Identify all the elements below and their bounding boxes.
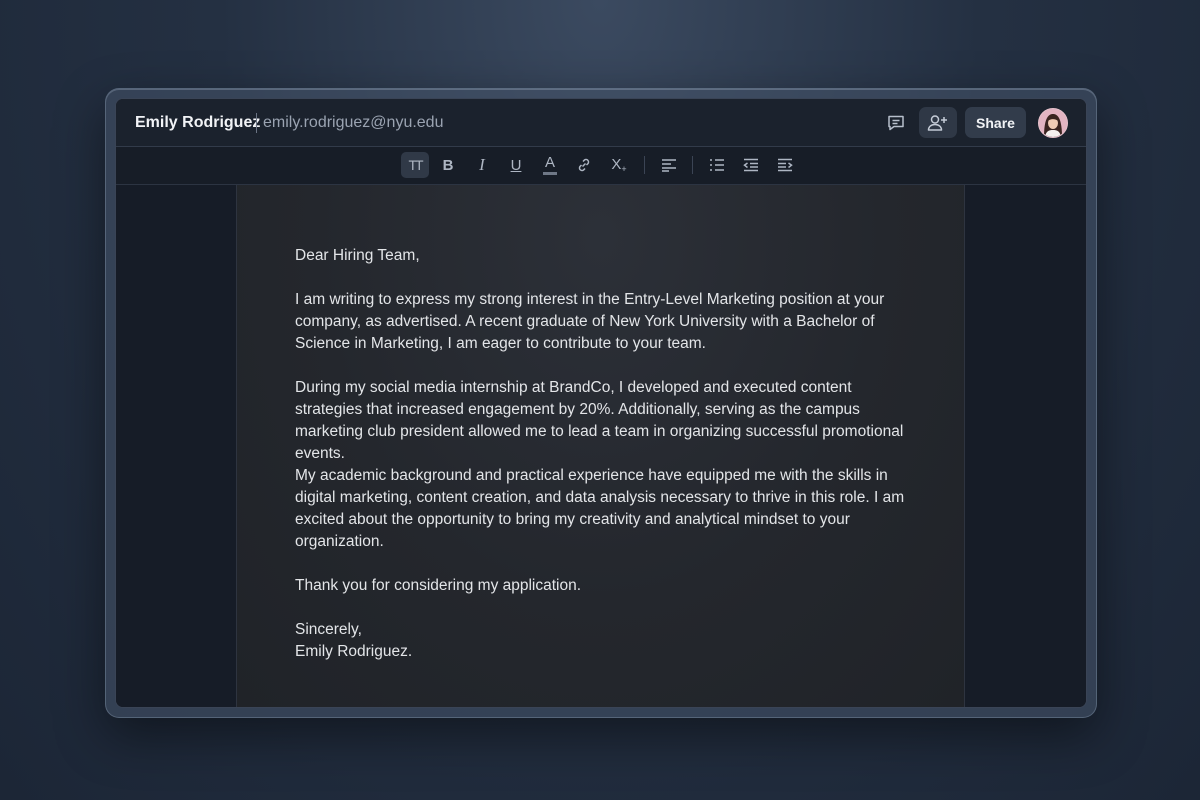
letter-paragraph-2: During my social media internship at Bra… [295, 379, 904, 462]
editor-window: Emily Rodriguez emily.rodriguez@nyu.edu … [115, 98, 1087, 708]
link-icon[interactable] [570, 152, 598, 178]
share-button[interactable]: Share [965, 107, 1026, 138]
outdent-icon[interactable] [737, 152, 765, 178]
text-color-icon[interactable]: A [536, 152, 564, 178]
numbered-list-icon[interactable] [703, 152, 731, 178]
underline-icon[interactable]: U [502, 152, 530, 178]
toolbar-divider [692, 156, 693, 174]
toolbar-divider [644, 156, 645, 174]
avatar[interactable] [1038, 108, 1068, 138]
letter-body[interactable]: Dear Hiring Team, I am writing to expres… [295, 245, 915, 663]
add-person-icon [927, 113, 949, 133]
align-left-icon[interactable] [655, 152, 683, 178]
header-separator [256, 113, 257, 133]
letter-greeting: Dear Hiring Team, [295, 247, 420, 264]
editor-header: Emily Rodriguez emily.rodriguez@nyu.edu … [116, 99, 1086, 147]
letter-paragraph-3: My academic background and practical exp… [295, 467, 905, 550]
letter-paragraph-1: I am writing to express my strong intere… [295, 291, 885, 352]
bold-icon[interactable]: B [434, 152, 462, 178]
text-style-icon[interactable]: TT [401, 152, 429, 178]
author-email: emily.rodriguez@nyu.edu [263, 114, 444, 131]
left-margin [116, 185, 236, 707]
indent-icon[interactable] [771, 152, 799, 178]
formatting-toolbar: TT B I U A X+ [116, 147, 1086, 185]
clear-format-icon[interactable]: X+ [605, 152, 633, 178]
right-margin [965, 185, 1086, 707]
author-name: Emily Rodriguez [135, 114, 261, 131]
add-person-button[interactable] [919, 107, 957, 138]
italic-icon[interactable]: I [468, 152, 496, 178]
letter-closing: Sincerely, [295, 621, 362, 638]
comment-icon[interactable] [882, 109, 910, 137]
letter-thanks: Thank you for considering my application… [295, 577, 582, 594]
letter-signature: Emily Rodriguez. [295, 643, 413, 660]
document-page[interactable]: Dear Hiring Team, I am writing to expres… [236, 185, 965, 707]
